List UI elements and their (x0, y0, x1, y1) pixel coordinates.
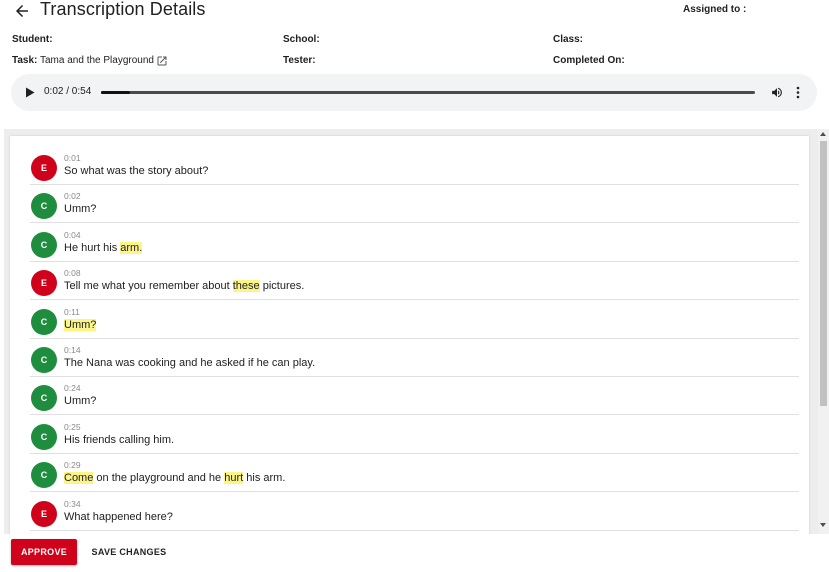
speaker-avatar: E (31, 270, 57, 297)
more-vertical-icon[interactable] (795, 86, 801, 99)
save-changes-button[interactable]: SAVE CHANGES (88, 539, 170, 565)
utterance-row[interactable]: E 0:34 What happened here? (30, 493, 799, 531)
student-field: Student: (12, 34, 53, 45)
tester-field: Tester: (283, 55, 316, 66)
utterance-timestamp: 0:02 (64, 191, 81, 202)
speaker-avatar: C (31, 231, 57, 258)
utterance-text[interactable]: He hurt his arm. (64, 241, 143, 254)
text-segment: his arm. (243, 472, 286, 485)
utterance-text[interactable]: Umm? (64, 203, 96, 215)
utterance-row[interactable]: C 0:11 Umm? (30, 301, 799, 339)
school-label: School: (283, 34, 320, 45)
text-segment: Umm? (64, 395, 97, 408)
school-field: School: (283, 34, 320, 45)
highlighted-word: these (232, 280, 260, 293)
highlighted-word: Umm? (64, 318, 97, 331)
highlighted-word: Come (64, 472, 94, 485)
utterance-row[interactable]: E 0:08 Tell me what you remember about the… (30, 262, 799, 301)
utterance-text[interactable]: Tell me what you remember about these pi… (64, 280, 305, 293)
utterance-text[interactable]: What happened here? (64, 511, 173, 523)
transcript-list[interactable]: E 0:01 So what was the story about? C 0:02 Um… (10, 136, 809, 536)
text-segment: The Nana was cooking and he asked if he … (64, 357, 316, 369)
scroll-thumb[interactable] (820, 141, 827, 406)
page-header: Transcription Details Assigned to : Stud… (0, 0, 829, 128)
utterance-row[interactable]: C 0:29 Come on the playground and he hurt … (30, 454, 799, 493)
utterance-text[interactable]: Umm? (64, 318, 97, 331)
scroll-up-arrow-icon[interactable] (820, 132, 826, 136)
assigned-to-label: Assigned to : (683, 4, 747, 15)
completed-on-field: Completed On: (553, 55, 625, 66)
scroll-down-arrow-icon[interactable] (820, 523, 826, 527)
audio-player: 0:02 / 0:54 (11, 74, 817, 111)
task-label: Task: (12, 55, 38, 66)
seek-progress (101, 91, 131, 94)
speaker-avatar: C (31, 462, 57, 489)
utterance-row[interactable]: E 0:01 So what was the story about? (30, 147, 799, 185)
text-segment: So what was the story about? (64, 165, 209, 177)
back-arrow-icon[interactable] (13, 2, 31, 20)
student-label: Student: (12, 34, 53, 45)
utterance-row[interactable]: C 0:04 He hurt his arm. (30, 224, 799, 262)
playback-time: 0:02 / 0:54 (44, 86, 92, 97)
speaker-avatar: C (31, 423, 57, 450)
utterance-timestamp: 0:24 (64, 383, 81, 394)
utterance-timestamp: 0:08 (64, 268, 81, 279)
play-icon[interactable] (25, 87, 35, 98)
utterance-row[interactable]: C 0:24 Umm? (30, 377, 799, 416)
utterance-text[interactable]: The Nana was cooking and he asked if he … (64, 357, 315, 369)
utterance-timestamp: 0:14 (64, 345, 81, 355)
text-segment: His friends calling him. (64, 433, 175, 446)
speaker-avatar: C (31, 193, 57, 220)
utterance-text[interactable]: Come on the playground and he hurt his a… (64, 472, 286, 485)
utterance-timestamp: 0:04 (64, 229, 81, 240)
speaker-avatar: E (31, 155, 57, 181)
text-segment: What happened here? (64, 510, 173, 523)
seek-bar[interactable] (101, 91, 755, 94)
open-in-new-icon[interactable] (156, 55, 168, 67)
transcript-container: E 0:01 So what was the story about? C 0:02 Um… (4, 129, 829, 536)
utterance-row[interactable]: C 0:14 The Nana was cooking and he asked i… (30, 339, 799, 377)
speaker-avatar: C (31, 347, 57, 373)
task-value: Tama and the Playground (40, 55, 154, 66)
approve-button[interactable]: APPROVE (11, 539, 77, 565)
text-segment: pictures. (259, 280, 305, 293)
class-label: Class: (553, 34, 584, 45)
utterance-row[interactable]: C 0:02 Umm? (30, 185, 799, 224)
text-segment: He hurt his (64, 241, 121, 254)
utterance-text[interactable]: Umm? (64, 395, 96, 407)
utterance-timestamp: 0:11 (64, 306, 80, 317)
task-field: Task: Tama and the Playground (12, 55, 154, 66)
speaker-avatar: E (31, 500, 57, 527)
page-title: Transcription Details (40, 0, 206, 19)
utterance-timestamp: 0:01 (64, 153, 81, 163)
utterance-timestamp: 0:34 (64, 498, 81, 509)
utterance-text[interactable]: So what was the story about? (64, 165, 208, 177)
speaker-avatar: C (31, 385, 57, 412)
text-segment: Tell me what you remember about (64, 280, 233, 293)
class-field: Class: (553, 34, 583, 45)
scrollbar[interactable] (818, 129, 829, 534)
highlighted-word: arm. (120, 241, 143, 254)
highlighted-word: hurt (224, 472, 244, 485)
tester-label: Tester: (283, 55, 316, 66)
utterance-row[interactable]: C 0:25 His friends calling him. (30, 416, 799, 454)
utterance-timestamp: 0:25 (64, 421, 81, 432)
utterance-timestamp: 0:29 (64, 460, 81, 471)
speaker-avatar: C (31, 308, 57, 335)
text-segment: on the playground and he (93, 472, 225, 485)
completed-on-label: Completed On: (553, 55, 625, 66)
utterance-text[interactable]: His friends calling him. (64, 434, 174, 446)
action-bar: APPROVE SAVE CHANGES (0, 534, 829, 572)
volume-icon[interactable] (770, 86, 784, 99)
text-segment: Umm? (64, 203, 97, 216)
